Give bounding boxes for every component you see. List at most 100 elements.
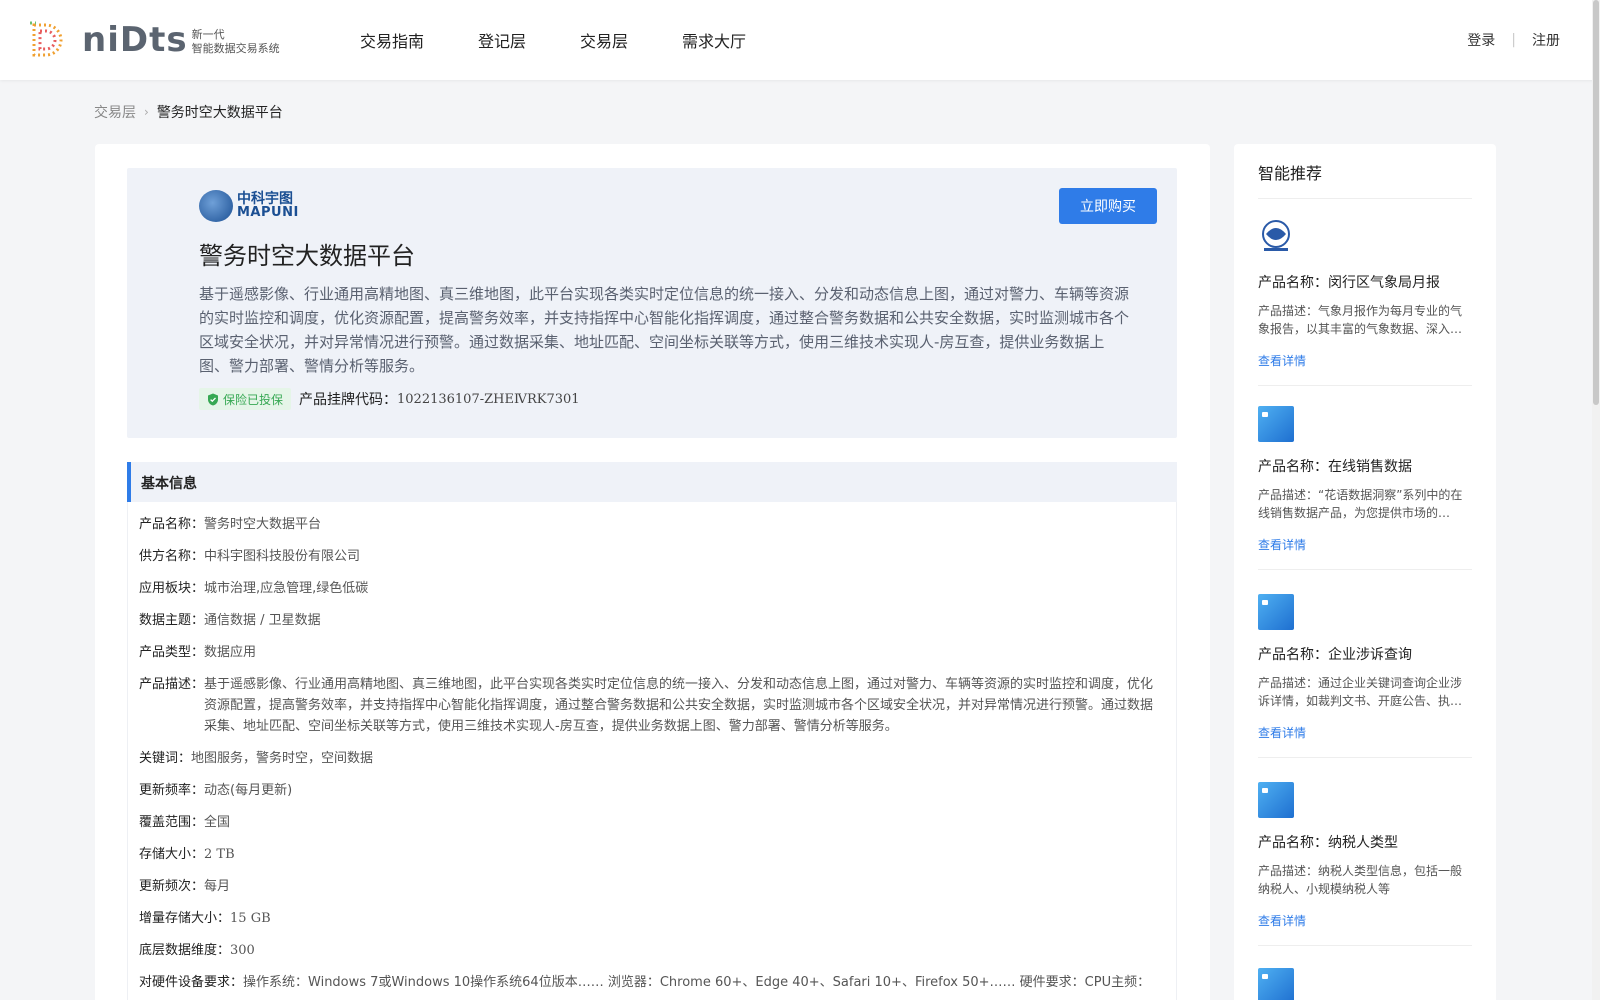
recommend-item: 产品名称：闵行区气象局月报 产品描述：气象月报作为每月专业的气象报告，以其丰富的…: [1258, 218, 1472, 386]
basic-info-header: 基本信息: [127, 462, 1177, 502]
info-row-topic: 数据主题： 通信数据 / 卫星数据: [139, 610, 1159, 631]
info-row-description: 产品描述： 基于遥感影像、行业通用高精地图、真三维地图，此平台实现各类实时定位信息…: [139, 674, 1159, 737]
info-value: 数据应用: [204, 645, 257, 660]
info-value: 300: [230, 943, 255, 958]
nav-trade-guide[interactable]: 交易指南: [360, 28, 424, 52]
info-key: 供方名称：: [139, 549, 205, 564]
recommend-item: 产品名称：在线销售数据 产品描述：“花语数据洞察”系列中的在线销售数据产品，为您…: [1258, 406, 1472, 570]
info-value: 警务时空大数据平台: [204, 517, 322, 532]
recommend-divider: [1258, 198, 1472, 199]
supplier-logo-text: 中科宇图 MAPUNI: [237, 192, 299, 220]
info-key: 更新频率：: [139, 783, 205, 798]
product-meta: 保险已投保 产品挂牌代码： 1022136107-ZHEⅣRK7301: [199, 388, 580, 410]
nav-registry-layer[interactable]: 登记层: [478, 28, 526, 52]
info-key: 数据主题：: [139, 613, 205, 628]
info-key: 更新频次：: [139, 879, 205, 894]
info-value: 基于遥感影像、行业通用高精地图、真三维地图，此平台实现各类实时定位信息的统一接入…: [204, 677, 1154, 734]
nav-trade-layer[interactable]: 交易层: [580, 28, 628, 52]
product-detail-card: 中科宇图 MAPUNI 立即购买 警务时空大数据平台 基于遥感影像、行业通用高精…: [95, 144, 1210, 1000]
info-row-incremental-storage: 增量存储大小： 15 GB: [139, 908, 1159, 929]
buy-now-button[interactable]: 立即购买: [1059, 188, 1157, 224]
insurance-badge-label: 保险已投保: [223, 392, 284, 407]
product-thumbnail-icon: [1258, 968, 1294, 1000]
info-key: 增量存储大小：: [139, 911, 231, 926]
info-key: 关键词：: [139, 751, 192, 766]
product-thumbnail-icon: [1258, 406, 1294, 442]
nav-demand-hall[interactable]: 需求大厅: [682, 28, 746, 52]
info-key: 覆盖范围：: [139, 815, 205, 830]
view-details-link[interactable]: 查看详情: [1258, 912, 1472, 929]
logo-subtitle: 新一代 智能数据交易系统: [192, 28, 280, 56]
info-value: 2 TB: [204, 847, 235, 862]
info-key: 底层数据维度：: [139, 943, 231, 958]
info-value: 15 GB: [230, 911, 271, 926]
product-thumbnail-icon: [1258, 782, 1294, 818]
breadcrumb: 交易层 › 警务时空大数据平台: [94, 102, 283, 122]
logo-d-icon: [30, 21, 63, 57]
listing-code-value: 1022136107-ZHEⅣRK7301: [397, 391, 580, 407]
product-title: 警务时空大数据平台: [199, 242, 415, 270]
recommend-item: 产品名称：纳税人类型 产品描述：纳税人类型信息，包括一般纳税人、小规模纳税人等 …: [1258, 782, 1472, 946]
register-link[interactable]: 注册: [1532, 30, 1560, 50]
info-key: 应用板块：: [139, 581, 205, 596]
scrollbar-thumb[interactable]: [1593, 0, 1599, 405]
login-link[interactable]: 登录: [1467, 30, 1495, 50]
recommend-item-desc: 产品描述：“花语数据洞察”系列中的在线销售数据产品，为您提供市场的…: [1258, 488, 1463, 520]
chevron-right-icon: ›: [144, 105, 149, 119]
view-details-link[interactable]: 查看详情: [1258, 724, 1472, 741]
insurance-badge: 保险已投保: [199, 388, 292, 410]
info-row-storage: 存储大小： 2 TB: [139, 844, 1159, 865]
info-row-supplier: 供方名称： 中科宇图科技股份有限公司: [139, 546, 1159, 567]
info-row-dimensions: 底层数据维度： 300: [139, 940, 1159, 961]
info-row-keywords: 关键词： 地图服务，警务时空，空间数据: [139, 748, 1159, 769]
page-scrollbar[interactable]: [1592, 0, 1600, 1000]
info-value: 中科宇图科技股份有限公司: [204, 549, 361, 564]
auth-separator: |: [1511, 32, 1516, 48]
info-value: 城市治理,应急管理,绿色低碳: [204, 581, 369, 596]
auth-links: 登录 | 注册: [1467, 0, 1560, 80]
supplier-logo-cn: 中科宇图: [237, 191, 293, 207]
info-value: 地图服务，警务时空，空间数据: [191, 751, 374, 766]
listing-code-label: 产品挂牌代码：: [299, 392, 398, 408]
main-nav: 交易指南 登记层 交易层 需求大厅: [360, 0, 800, 80]
recommend-item: 产品名称：企业涉诉查询 产品描述：通过企业关键词查询企业涉诉详情，如裁判文书、开…: [1258, 594, 1472, 758]
recommend-item-partial: [1258, 968, 1472, 1000]
recommend-title: 智能推荐: [1258, 164, 1323, 183]
globe-icon: [199, 190, 233, 222]
recommend-item-divider: [1258, 385, 1472, 386]
view-details-link[interactable]: 查看详情: [1258, 536, 1472, 553]
info-row-sector: 应用板块： 城市治理,应急管理,绿色低碳: [139, 578, 1159, 599]
info-key: 产品描述：: [139, 677, 205, 692]
recommend-item-name[interactable]: 产品名称：纳税人类型: [1258, 832, 1472, 852]
logo-wordmark: niDts: [82, 20, 188, 60]
view-details-link[interactable]: 查看详情: [1258, 352, 1472, 369]
info-key: 产品类型：: [139, 645, 205, 660]
shield-check-icon: [208, 393, 218, 405]
recommend-item-divider: [1258, 945, 1472, 946]
info-value: 操作系统：Windows 7或Windows 10操作系统64位版本…… 浏览器…: [243, 975, 1151, 990]
info-key: 对硬件设备要求：: [139, 975, 244, 990]
info-key: 存储大小：: [139, 847, 205, 862]
product-hero: 中科宇图 MAPUNI 立即购买 警务时空大数据平台 基于遥感影像、行业通用高精…: [127, 168, 1177, 438]
top-header: niDts 新一代 智能数据交易系统 交易指南 登记层 交易层 需求大厅 登录 …: [0, 0, 1600, 80]
info-value: 全国: [204, 815, 231, 830]
info-key: 产品名称：: [139, 517, 205, 532]
info-row-update-frequency: 更新频率： 动态(每月更新): [139, 780, 1159, 801]
recommend-item-divider: [1258, 569, 1472, 570]
basic-info-list: 产品名称： 警务时空大数据平台 供方名称： 中科宇图科技股份有限公司 应用板块： 城市…: [139, 514, 1159, 1000]
supplier-logo: 中科宇图 MAPUNI: [199, 190, 299, 222]
breadcrumb-parent[interactable]: 交易层: [94, 102, 136, 122]
info-row-hardware: 对硬件设备要求： 操作系统：Windows 7或Windows 10操作系统64位…: [139, 972, 1159, 993]
recommend-item-name[interactable]: 产品名称：企业涉诉查询: [1258, 644, 1472, 664]
recommend-item-desc: 产品描述：气象月报作为每月专业的气象报告，以其丰富的气象数据、深入…: [1258, 304, 1463, 336]
breadcrumb-current: 警务时空大数据平台: [156, 105, 283, 121]
recommend-item-desc: 产品描述：通过企业关键词查询企业涉诉详情，如裁判文书、开庭公告、执…: [1258, 676, 1463, 708]
logo-sub-line2: 智能数据交易系统: [191, 42, 280, 55]
site-logo[interactable]: niDts 新一代 智能数据交易系统: [28, 20, 280, 60]
info-row-product-name: 产品名称： 警务时空大数据平台: [139, 514, 1159, 535]
info-value: 通信数据 / 卫星数据: [204, 613, 321, 628]
recommend-item-name[interactable]: 产品名称：在线销售数据: [1258, 456, 1472, 476]
recommend-item-name[interactable]: 产品名称：闵行区气象局月报: [1258, 272, 1472, 292]
basic-info-title: 基本信息: [141, 476, 197, 492]
info-row-coverage: 覆盖范围： 全国: [139, 812, 1159, 833]
